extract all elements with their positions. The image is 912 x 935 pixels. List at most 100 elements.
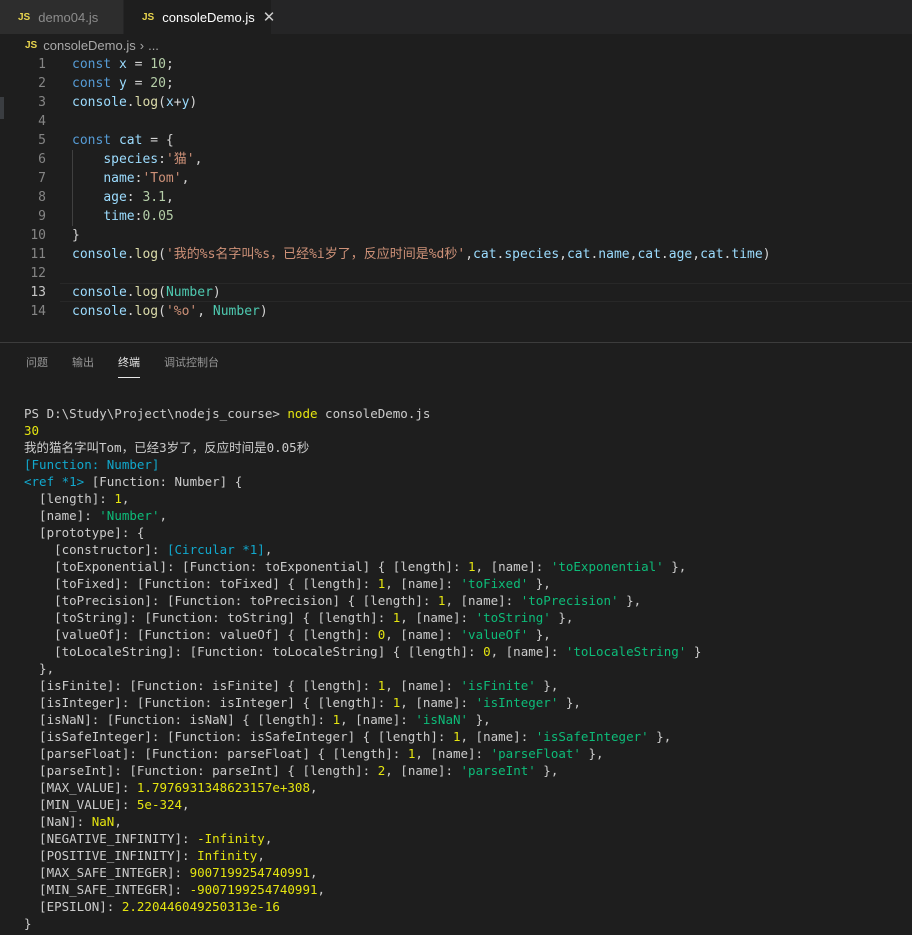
code-token: , <box>181 171 190 186</box>
code-line[interactable]: 2 const y = 20; <box>0 74 912 93</box>
code-line[interactable]: 5 const cat = { <box>0 131 912 150</box>
tab-terminal[interactable]: 终端 <box>118 353 140 378</box>
line-number: 2 <box>38 76 46 91</box>
terminal-token: , [name]: <box>385 763 461 778</box>
terminal-token: consoleDemo.js <box>317 406 431 421</box>
panel-tabs: 问题 输出 终端 调试控制台 <box>26 353 243 378</box>
code-token: ( <box>158 247 166 262</box>
code-token: const <box>72 76 119 91</box>
terminal-output[interactable]: PS D:\Study\Project\nodejs_course> node … <box>24 405 701 932</box>
terminal-token: }, <box>528 576 551 591</box>
tab-output[interactable]: 输出 <box>72 353 94 377</box>
close-icon[interactable]: ✕ <box>263 8 276 26</box>
terminal-token: [NEGATIVE_INFINITY]: <box>24 831 198 846</box>
code-line[interactable]: 4 <box>0 112 912 131</box>
code-line[interactable]: 13 console.log(Number) <box>0 283 912 302</box>
js-file-icon: JS <box>25 39 38 51</box>
line-number: 6 <box>38 152 46 167</box>
terminal-token: }, <box>24 661 55 676</box>
code-token: cat <box>473 247 497 262</box>
code-token: log <box>134 247 159 262</box>
code-line[interactable]: 11 console.log('我的%s名字叫%s，已经%i岁了，反应时间是%d秒… <box>0 245 912 264</box>
terminal-token: PS D:\Study\Project\nodejs_course> <box>24 406 288 421</box>
code-line[interactable]: 10} <box>0 226 912 245</box>
terminal-token: 'parseFloat' <box>490 746 581 761</box>
code-text: console.log(x+y) <box>72 93 197 112</box>
tab-debug-console[interactable]: 调试控制台 <box>164 353 219 377</box>
code-token: . <box>660 247 669 262</box>
code-line[interactable]: 14 console.log('%o', Number) <box>0 302 912 321</box>
editor-tab-bar: JS demo04.js JS consoleDemo.js ✕ <box>0 0 912 34</box>
code-line[interactable]: 9 time:0.05 <box>0 207 912 226</box>
terminal-token: , <box>264 831 273 846</box>
code-token: console <box>72 95 127 110</box>
terminal-token: , [name]: <box>340 712 416 727</box>
code-token: . <box>126 285 135 300</box>
terminal-token: }, <box>558 695 581 710</box>
code-token: . <box>126 247 135 262</box>
terminal-token: 'toFixed' <box>460 576 529 591</box>
line-number: 10 <box>30 228 46 243</box>
terminal-line: [toString]: [Function: toString] { [leng… <box>24 609 701 626</box>
line-number: 8 <box>38 190 46 205</box>
code-token: cat <box>566 247 591 262</box>
code-token: 20 <box>150 76 166 91</box>
code-line[interactable]: 8 age: 3.1, <box>0 188 912 207</box>
code-text: console.log(Number) <box>72 283 221 302</box>
terminal-token: , <box>159 508 168 523</box>
code-token: x <box>165 95 174 110</box>
tab-demo04[interactable]: JS demo04.js <box>0 0 124 34</box>
line-number: 12 <box>30 266 46 281</box>
code-line[interactable]: 3 console.log(x+y) <box>0 93 912 112</box>
breadcrumb: JS consoleDemo.js › ... <box>0 34 912 56</box>
terminal-token: 我的猫名字叫Tom，已经3岁了，反应时间是0.05秒 <box>24 440 310 455</box>
code-line[interactable]: 7 name:'Tom', <box>0 169 912 188</box>
code-token: : <box>126 190 143 205</box>
terminal-token: , <box>257 848 265 863</box>
terminal-token: , [name]: <box>415 746 491 761</box>
terminal-token: } <box>24 916 32 931</box>
terminal-line: } <box>24 915 701 932</box>
breadcrumb-symbols[interactable]: ... <box>148 38 159 53</box>
terminal-line: [name]: 'Number', <box>24 507 701 524</box>
terminal-line: [parseInt]: [Function: parseInt] { [leng… <box>24 762 701 779</box>
terminal-token: 'parseInt' <box>460 763 536 778</box>
code-line[interactable]: 12 <box>0 264 912 283</box>
code-text: console.log('%o', Number) <box>72 302 268 321</box>
terminal-token: 30 <box>24 423 40 438</box>
code-token: species <box>103 152 159 167</box>
code-token: const <box>72 133 119 148</box>
code-token: '猫' <box>165 152 195 167</box>
code-token: 'Tom' <box>142 171 182 186</box>
terminal-token: 'toLocaleString' <box>565 644 687 659</box>
code-token: + <box>173 95 182 110</box>
code-line[interactable]: 6 species:'猫', <box>0 150 912 169</box>
breadcrumb-file[interactable]: consoleDemo.js <box>43 38 136 53</box>
terminal-token: , [name]: <box>460 729 536 744</box>
terminal-token: [isSafeInteger]: [Function: isSafeIntege… <box>24 729 453 744</box>
tab-problems[interactable]: 问题 <box>26 353 48 377</box>
terminal-token: [toLocaleString]: [Function: toLocaleStr… <box>24 644 484 659</box>
terminal-token: [prototype]: { <box>24 525 145 540</box>
terminal-line: [toFixed]: [Function: toFixed] { [length… <box>24 575 701 592</box>
code-token: log <box>134 285 159 300</box>
code-token: cat <box>118 133 143 148</box>
code-line[interactable]: 1 const x = 10; <box>0 55 912 74</box>
terminal-token: <ref *1> <box>24 474 85 489</box>
tab-consoledemo[interactable]: JS consoleDemo.js ✕ <box>124 0 275 34</box>
code-token: . <box>126 95 135 110</box>
code-token: = { <box>142 133 174 148</box>
terminal-line: [MIN_VALUE]: 5e-324, <box>24 796 701 813</box>
terminal-token: [Function: Number] { <box>84 474 243 489</box>
line-number: 13 <box>30 285 46 300</box>
code-token: time <box>103 209 135 224</box>
line-number: 14 <box>30 304 46 319</box>
terminal-token: [constructor]: <box>24 542 167 557</box>
code-editor[interactable]: 1 const x = 10; 2 const y = 20; 3 console.log… <box>0 55 912 325</box>
terminal-token: [MAX_SAFE_INTEGER]: <box>24 865 190 880</box>
code-token: ) <box>762 247 771 262</box>
terminal-token: 1 <box>468 559 476 574</box>
line-number: 7 <box>38 171 46 186</box>
code-token: , <box>194 152 203 167</box>
